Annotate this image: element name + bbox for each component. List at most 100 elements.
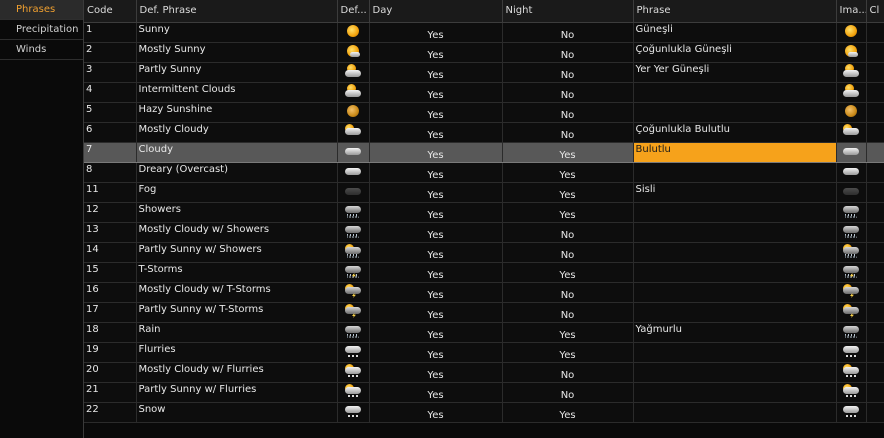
image-cell[interactable] <box>836 302 867 323</box>
night-cell[interactable]: Yes <box>502 142 634 163</box>
image-cell[interactable] <box>836 102 867 123</box>
def-image-cell[interactable] <box>337 162 370 183</box>
day-cell[interactable]: Yes <box>369 182 503 203</box>
table-row[interactable]: 17 Partly Sunny w/ T-Storms Yes No <box>84 302 884 323</box>
table-row[interactable]: 19 Flurries Yes Yes <box>84 342 884 363</box>
cl-cell[interactable] <box>866 142 884 163</box>
image-cell[interactable] <box>836 142 867 163</box>
def-image-cell[interactable] <box>337 282 370 303</box>
code-cell[interactable]: 5 <box>84 102 137 123</box>
table-row[interactable]: 18 Rain Yes Yes Yağmurlu <box>84 322 884 343</box>
phrase-cell[interactable]: Yer Yer Güneşli <box>633 62 837 83</box>
night-cell[interactable]: Yes <box>502 262 634 283</box>
day-cell[interactable]: Yes <box>369 242 503 263</box>
cl-cell[interactable] <box>866 402 884 423</box>
cl-cell[interactable] <box>866 62 884 83</box>
phrase-cell[interactable]: Bulutlu <box>633 142 837 163</box>
def-image-cell[interactable] <box>337 62 370 83</box>
image-cell[interactable] <box>836 202 867 223</box>
table-row[interactable]: 6 Mostly Cloudy Yes No Çoğunlukla Bulutlu <box>84 122 884 143</box>
code-cell[interactable]: 22 <box>84 402 137 423</box>
def-phrase-cell[interactable]: Mostly Cloudy <box>136 122 338 143</box>
night-cell[interactable]: Yes <box>502 162 634 183</box>
phrase-cell[interactable] <box>633 262 837 283</box>
image-cell[interactable] <box>836 322 867 343</box>
phrase-cell[interactable] <box>633 242 837 263</box>
phrase-cell[interactable]: Güneşli <box>633 22 837 43</box>
code-cell[interactable]: 11 <box>84 182 137 203</box>
def-image-cell[interactable] <box>337 242 370 263</box>
def-image-cell[interactable] <box>337 362 370 383</box>
day-cell[interactable]: Yes <box>369 82 503 103</box>
night-cell[interactable]: Yes <box>502 322 634 343</box>
day-cell[interactable]: Yes <box>369 42 503 63</box>
phrase-cell[interactable] <box>633 342 837 363</box>
code-cell[interactable]: 12 <box>84 202 137 223</box>
day-cell[interactable]: Yes <box>369 402 503 423</box>
cl-cell[interactable] <box>866 202 884 223</box>
table-row[interactable]: 4 Intermittent Clouds Yes No <box>84 82 884 103</box>
def-image-cell[interactable] <box>337 122 370 143</box>
def-image-cell[interactable] <box>337 382 370 403</box>
table-row[interactable]: 12 Showers Yes Yes <box>84 202 884 223</box>
day-cell[interactable]: Yes <box>369 302 503 323</box>
cl-cell[interactable] <box>866 302 884 323</box>
column-header-day[interactable]: Day <box>369 0 503 23</box>
cl-cell[interactable] <box>866 102 884 123</box>
code-cell[interactable]: 4 <box>84 82 137 103</box>
cl-cell[interactable] <box>866 122 884 143</box>
cl-cell[interactable] <box>866 22 884 43</box>
night-cell[interactable]: Yes <box>502 402 634 423</box>
cl-cell[interactable] <box>866 222 884 243</box>
table-row[interactable]: 20 Mostly Cloudy w/ Flurries Yes No <box>84 362 884 383</box>
def-phrase-cell[interactable]: Partly Sunny w/ Flurries <box>136 382 338 403</box>
image-cell[interactable] <box>836 242 867 263</box>
code-cell[interactable]: 20 <box>84 362 137 383</box>
column-header-cl[interactable]: Cl <box>866 0 884 23</box>
phrase-cell[interactable]: Çoğunlukla Güneşli <box>633 42 837 63</box>
night-cell[interactable]: No <box>502 302 634 323</box>
night-cell[interactable]: No <box>502 382 634 403</box>
day-cell[interactable]: Yes <box>369 362 503 383</box>
phrase-cell[interactable] <box>633 362 837 383</box>
phrase-cell[interactable] <box>633 282 837 303</box>
column-header-night[interactable]: Night <box>502 0 634 23</box>
def-image-cell[interactable] <box>337 182 370 203</box>
column-header-def-image[interactable]: Def... <box>337 0 370 23</box>
def-phrase-cell[interactable]: Rain <box>136 322 338 343</box>
phrase-cell[interactable] <box>633 302 837 323</box>
night-cell[interactable]: No <box>502 82 634 103</box>
code-cell[interactable]: 8 <box>84 162 137 183</box>
night-cell[interactable]: No <box>502 362 634 383</box>
table-row[interactable]: 13 Mostly Cloudy w/ Showers Yes No <box>84 222 884 243</box>
day-cell[interactable]: Yes <box>369 122 503 143</box>
def-phrase-cell[interactable]: Mostly Cloudy w/ T-Storms <box>136 282 338 303</box>
night-cell[interactable]: Yes <box>502 182 634 203</box>
def-image-cell[interactable] <box>337 322 370 343</box>
def-phrase-cell[interactable]: Partly Sunny w/ Showers <box>136 242 338 263</box>
def-phrase-cell[interactable]: Cloudy <box>136 142 338 163</box>
day-cell[interactable]: Yes <box>369 282 503 303</box>
code-cell[interactable]: 1 <box>84 22 137 43</box>
code-cell[interactable]: 14 <box>84 242 137 263</box>
table-row[interactable]: 5 Hazy Sunshine Yes No <box>84 102 884 123</box>
phrase-cell[interactable] <box>633 202 837 223</box>
night-cell[interactable]: No <box>502 42 634 63</box>
code-cell[interactable]: 7 <box>84 142 137 163</box>
image-cell[interactable] <box>836 82 867 103</box>
day-cell[interactable]: Yes <box>369 142 503 163</box>
column-header-phrase[interactable]: Phrase <box>633 0 837 23</box>
cl-cell[interactable] <box>866 242 884 263</box>
table-row[interactable]: 11 Fog Yes Yes Sisli <box>84 182 884 203</box>
day-cell[interactable]: Yes <box>369 162 503 183</box>
def-phrase-cell[interactable]: Snow <box>136 402 338 423</box>
def-image-cell[interactable] <box>337 42 370 63</box>
day-cell[interactable]: Yes <box>369 382 503 403</box>
image-cell[interactable] <box>836 162 867 183</box>
code-cell[interactable]: 17 <box>84 302 137 323</box>
cl-cell[interactable] <box>866 382 884 403</box>
def-image-cell[interactable] <box>337 142 370 163</box>
sidebar-tab-phrases[interactable]: Phrases <box>0 0 83 20</box>
phrase-cell[interactable] <box>633 382 837 403</box>
image-cell[interactable] <box>836 122 867 143</box>
